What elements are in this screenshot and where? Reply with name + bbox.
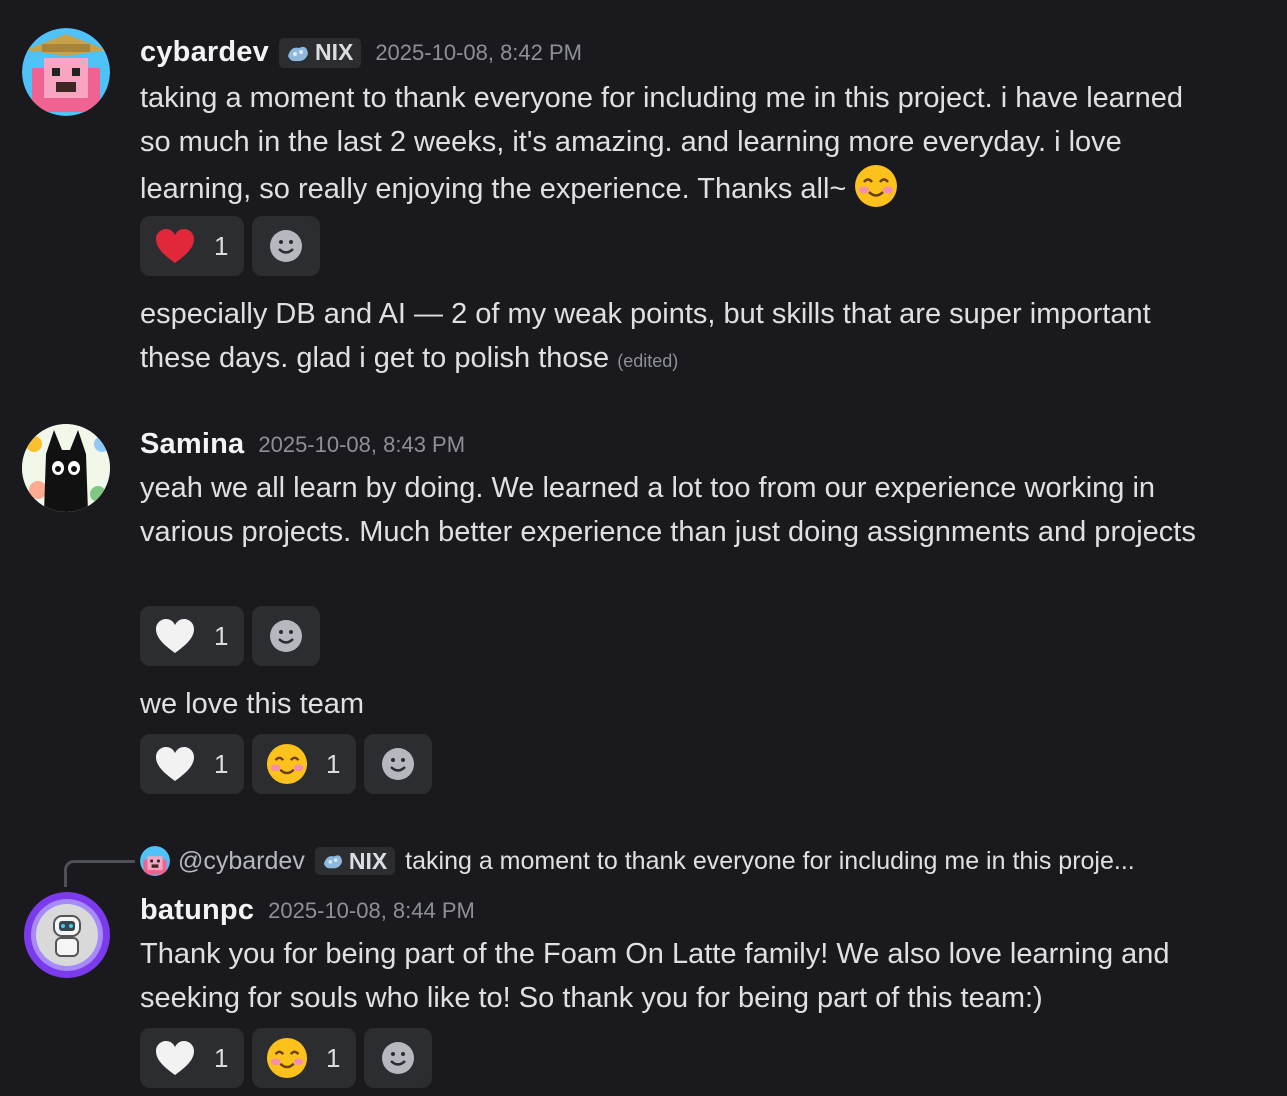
add-reaction-button[interactable]: [364, 1028, 432, 1088]
username[interactable]: cybardev: [140, 36, 269, 69]
reaction-bar: 1: [140, 606, 320, 666]
add-emoji-icon: [270, 620, 302, 652]
message-content: yeah we all learn by doing. We learned a…: [140, 466, 1210, 554]
reaction-count: 1: [214, 1042, 229, 1073]
reply-avatar: [140, 846, 170, 876]
add-emoji-icon: [382, 1042, 414, 1074]
tag-label: NIX: [348, 847, 388, 874]
reaction-white-heart[interactable]: 1: [140, 1028, 244, 1088]
white-heart-icon: [156, 1041, 194, 1075]
server-tag[interactable]: NIX: [278, 37, 362, 68]
nix-snowflake-icon: [287, 46, 308, 61]
timestamp[interactable]: 2025-10-08, 8:43 PM: [258, 432, 465, 458]
nix-snowflake-icon: [323, 855, 342, 869]
pixel-avatar-icon: [140, 846, 170, 876]
message-content-followup: especially DB and AI — 2 of my weak poin…: [140, 292, 1220, 383]
message-content: Thank you for being part of the Foam On …: [140, 932, 1180, 1020]
astronaut-avatar-icon: [24, 892, 110, 978]
avatar-cybardev[interactable]: [22, 28, 110, 116]
add-reaction-button[interactable]: [252, 216, 320, 276]
reaction-smiling-face[interactable]: 1: [252, 1028, 356, 1088]
reaction-bar: 1 1: [140, 1028, 432, 1088]
reaction-red-heart[interactable]: 1: [140, 216, 244, 276]
reply-reference[interactable]: @cybardev NIX taking a moment to thank e…: [140, 846, 1135, 876]
timestamp[interactable]: 2025-10-08, 8:42 PM: [375, 40, 582, 66]
reaction-bar: 1 1: [140, 734, 432, 794]
add-reaction-button[interactable]: [364, 734, 432, 794]
add-emoji-icon: [382, 748, 414, 780]
username[interactable]: batunpc: [140, 894, 254, 927]
message-content: taking a moment to thank everyone for in…: [140, 76, 1200, 211]
reaction-count: 1: [214, 230, 229, 261]
white-heart-icon: [156, 747, 194, 781]
smiling-face-icon: [266, 743, 308, 785]
reaction-white-heart[interactable]: 1: [140, 606, 244, 666]
reaction-count: 1: [214, 748, 229, 779]
message-content-followup: we love this team: [140, 682, 1220, 726]
add-emoji-icon: [270, 230, 302, 262]
tag-label: NIX: [314, 39, 354, 65]
reaction-smiling-face[interactable]: 1: [252, 734, 356, 794]
message-text: yeah we all learn by doing. We learned a…: [140, 472, 1196, 548]
add-reaction-button[interactable]: [252, 606, 320, 666]
red-heart-icon: [156, 229, 194, 263]
white-heart-icon: [156, 619, 194, 653]
smiling-face-icon: [266, 1037, 308, 1079]
reaction-count: 1: [326, 748, 341, 779]
reaction-count: 1: [214, 620, 229, 651]
avatar-batunpc[interactable]: [22, 890, 110, 978]
smiling-face-icon: [855, 165, 898, 207]
server-tag[interactable]: NIX: [314, 847, 396, 875]
black-cat-avatar-icon: [22, 424, 110, 512]
reply-username[interactable]: @cybardev: [178, 847, 305, 876]
pixel-avatar-icon: [22, 28, 110, 116]
message-text: taking a moment to thank everyone for in…: [140, 82, 1183, 205]
edited-label: (edited): [617, 351, 679, 371]
message-header: batunpc 2025-10-08, 8:44 PM: [140, 894, 475, 927]
reply-snippet: taking a moment to thank everyone for in…: [405, 846, 1135, 875]
avatar-samina[interactable]: [22, 424, 110, 512]
message-header: cybardev NIX 2025-10-08, 8:42 PM: [140, 36, 582, 69]
message-text: we love this team: [140, 688, 365, 720]
reply-spine: [64, 860, 135, 887]
message-text: Thank you for being part of the Foam On …: [140, 938, 1170, 1014]
username[interactable]: Samina: [140, 428, 244, 461]
reaction-white-heart[interactable]: 1: [140, 734, 244, 794]
message-header: Samina 2025-10-08, 8:43 PM: [140, 428, 465, 461]
reaction-bar: 1: [140, 216, 320, 276]
timestamp[interactable]: 2025-10-08, 8:44 PM: [268, 898, 475, 924]
reaction-count: 1: [326, 1042, 341, 1073]
